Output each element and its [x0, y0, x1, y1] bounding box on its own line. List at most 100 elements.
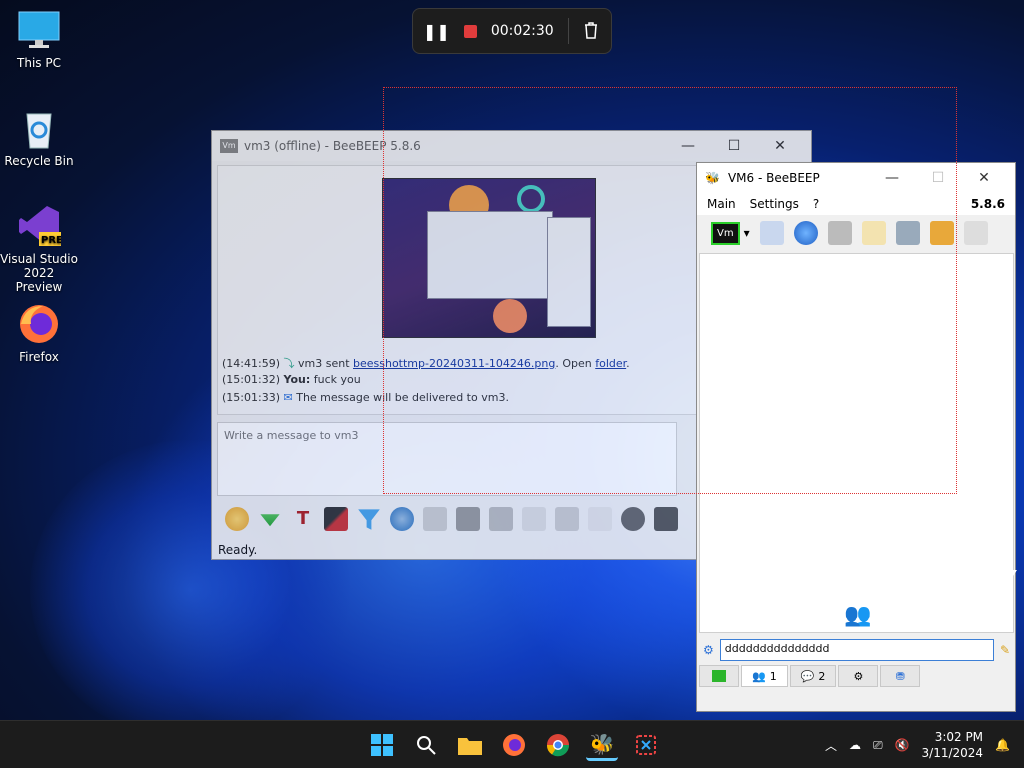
start-icon[interactable]	[366, 729, 398, 761]
view-tabs: 👥 1 💬 2 ⚙ ⛃	[699, 665, 921, 689]
user-list: 👥	[699, 253, 1014, 633]
users-icon: 👥	[844, 603, 872, 628]
save-icon[interactable]	[654, 507, 678, 531]
menu-main[interactable]: Main	[707, 197, 736, 211]
window-title: VM6 - BeeBEEP	[727, 171, 820, 185]
desktop-icon-this-pc[interactable]: This PC	[0, 8, 78, 70]
desktop-icon-visual-studio[interactable]: PRE Visual Studio 2022 Preview	[0, 204, 78, 294]
tab-shares[interactable]: ⛃	[880, 665, 921, 687]
music-icon[interactable]	[489, 507, 513, 531]
minimize-button[interactable]: —	[869, 170, 915, 186]
thumbnail-ring	[517, 185, 545, 213]
tab-chat-list[interactable]	[699, 665, 739, 687]
color-picker-icon[interactable]	[324, 507, 348, 531]
maximize-button[interactable]: ☐	[711, 138, 757, 154]
beebeep-icon[interactable]: 🐝	[586, 729, 618, 761]
desktop-icon-label: Visual Studio 2022 Preview	[0, 252, 78, 294]
beebeep-vm-icon: Vm	[220, 139, 238, 153]
delete-icon[interactable]	[583, 21, 599, 42]
close-button[interactable]: ✕	[961, 170, 1007, 186]
desktop-icon-recycle-bin[interactable]: Recycle Bin	[0, 106, 78, 168]
filter-icon[interactable]	[358, 509, 380, 530]
message-input[interactable]: Write a message to vm3	[217, 422, 677, 496]
download-icon[interactable]	[260, 514, 280, 527]
profile-edit-icon[interactable]	[759, 221, 784, 245]
divider	[567, 18, 569, 44]
stop-icon[interactable]	[463, 24, 477, 38]
chevron-down-icon: ▾	[743, 226, 750, 240]
clock[interactable]: 3:02 PM 3/11/2024	[922, 729, 984, 761]
svg-text:PRE: PRE	[41, 235, 61, 246]
emoticon-icon[interactable]	[225, 507, 249, 531]
chevron-up-icon[interactable]: ︿	[825, 737, 837, 754]
screenshot-thumbnail[interactable]	[382, 178, 596, 338]
menu-help[interactable]: ?	[813, 197, 819, 211]
monitor-icon	[17, 8, 61, 52]
menu-bar: Main Settings ? 5.8.6	[697, 193, 1015, 215]
tab-chats[interactable]: 💬 2	[789, 665, 837, 687]
desktop-icon-firefox[interactable]: Firefox	[0, 302, 78, 364]
folder-link[interactable]: folder	[595, 357, 626, 370]
clear-icon[interactable]: ✎	[1000, 643, 1010, 657]
version-label: 5.8.6	[970, 197, 1005, 211]
font-icon[interactable]: T	[291, 507, 315, 531]
cursor-icon	[1005, 570, 1017, 588]
network-icon[interactable]	[793, 221, 818, 245]
html-icon[interactable]	[588, 507, 612, 531]
chat-line: (15:01:33) ✉ The message will be deliver…	[222, 391, 509, 404]
chat-list-icon	[712, 670, 726, 682]
snipping-tool-icon[interactable]	[630, 729, 662, 761]
tab-users[interactable]: 👥 1	[741, 665, 788, 687]
user-status-button[interactable]: Vm ▾	[711, 221, 750, 245]
recording-time: 00:02:30	[490, 23, 554, 39]
vm6-main-window: 🐝 VM6 - BeeBEEP — ☐ ✕ Main Settings ? 5.…	[696, 162, 1016, 712]
volume-muted-icon[interactable]: 🔇	[895, 738, 910, 752]
settings-icon[interactable]: ⚙	[703, 643, 714, 657]
vm6-titlebar: 🐝 VM6 - BeeBEEP — ☐ ✕	[697, 163, 1015, 193]
taskbar: 🐝 ︿ ☁ ⎚ 🔇 3:02 PM 3/11/2024 🔔	[0, 720, 1024, 768]
cloud-icon[interactable]: ☁	[849, 738, 861, 752]
note-icon[interactable]	[861, 221, 886, 245]
desktop-icon-label: Firefox	[19, 350, 59, 364]
record-icon[interactable]	[621, 507, 645, 531]
minimize-button[interactable]: —	[665, 138, 711, 154]
envelope-icon: ✉	[283, 391, 293, 404]
firefox-icon	[17, 302, 61, 346]
network-icon[interactable]: ⎚	[873, 738, 883, 753]
settings-icon[interactable]	[390, 507, 414, 531]
mail-icon[interactable]	[827, 221, 852, 245]
send-file-icon[interactable]	[423, 507, 447, 531]
vm3-titlebar: Vm vm3 (offline) - BeeBEEP 5.8.6 — ☐ ✕	[212, 131, 811, 161]
tools-icon[interactable]	[895, 221, 920, 245]
tab-groups[interactable]: ⚙	[838, 665, 879, 687]
pause-icon[interactable]: ❚❚	[423, 22, 450, 41]
menu-settings[interactable]: Settings	[750, 197, 799, 211]
maximize-button[interactable]: ☐	[915, 170, 961, 186]
notification-bell-icon[interactable]: 🔔	[995, 738, 1010, 752]
forward-icon[interactable]	[555, 507, 579, 531]
status-bar: Ready.	[218, 543, 258, 557]
groups-icon: ⚙	[853, 669, 864, 683]
search-input[interactable]: ddddddddddddddd	[719, 639, 994, 661]
beebeep-bee-icon: 🐝	[705, 171, 720, 185]
file-explorer-icon[interactable]	[454, 729, 486, 761]
chat-line: (14:41:59) ⤵ vm3 sent beesshottmp-202403…	[222, 357, 630, 370]
document-icon[interactable]	[522, 507, 546, 531]
trash-icon[interactable]	[963, 221, 988, 245]
file-link[interactable]: beesshottmp-20240311-104246.png	[353, 357, 555, 370]
desktop-icon-label: This PC	[17, 56, 61, 70]
users-icon: 👥	[752, 669, 766, 683]
ai-icon[interactable]	[456, 507, 480, 531]
chat-line: (15:01:32) You: fuck you	[222, 373, 361, 386]
firefox-icon[interactable]	[498, 729, 530, 761]
thumbnail-bubble	[493, 299, 527, 333]
status-label: Vm	[711, 221, 740, 245]
desktop-icon-label: Recycle Bin	[4, 154, 74, 168]
search-icon[interactable]	[410, 729, 442, 761]
close-button[interactable]: ✕	[757, 138, 803, 154]
recycle-bin-icon	[17, 106, 61, 150]
visual-studio-icon: PRE	[17, 204, 63, 248]
chrome-icon[interactable]	[542, 729, 574, 761]
thumbnail-window	[427, 211, 553, 299]
plugin-icon[interactable]	[929, 221, 954, 245]
